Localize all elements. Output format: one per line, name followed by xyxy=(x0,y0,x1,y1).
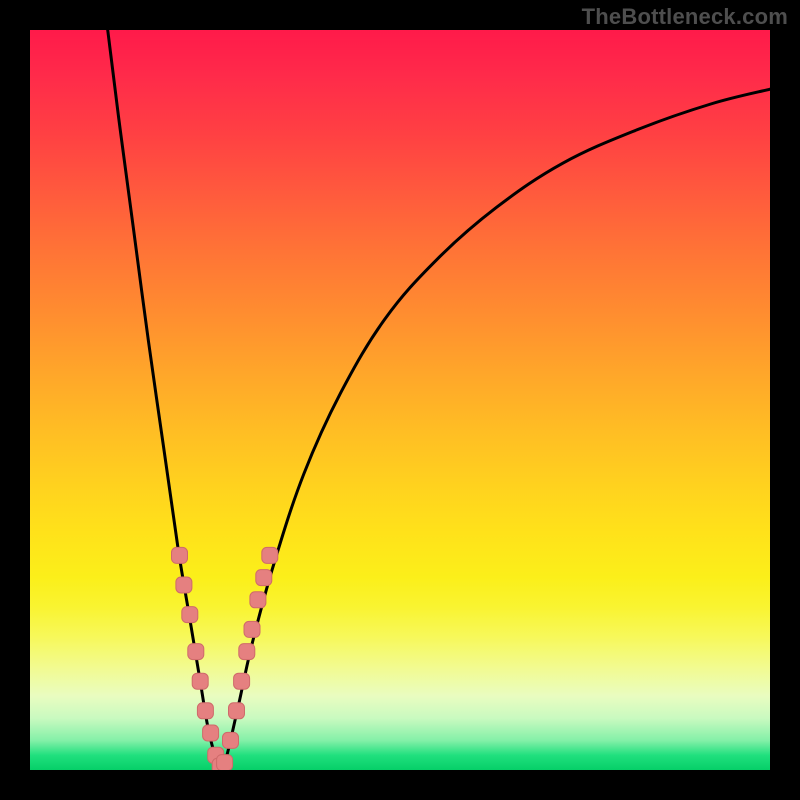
chart-frame: TheBottleneck.com xyxy=(0,0,800,800)
curve-marker xyxy=(182,607,198,623)
curve-marker xyxy=(217,755,233,770)
curve-layer xyxy=(30,30,770,770)
plot-area xyxy=(30,30,770,770)
watermark-text: TheBottleneck.com xyxy=(582,4,788,30)
curve-marker xyxy=(223,732,239,748)
curve-marker xyxy=(234,673,250,689)
marker-group xyxy=(172,547,278,770)
curve-marker xyxy=(203,725,219,741)
curve-marker xyxy=(229,703,245,719)
curve-marker xyxy=(239,644,255,660)
curve-marker xyxy=(188,644,204,660)
curve-marker xyxy=(192,673,208,689)
curve-marker xyxy=(176,577,192,593)
curve-marker xyxy=(244,621,260,637)
bottleneck-curve xyxy=(108,30,770,770)
curve-marker xyxy=(250,592,266,608)
curve-marker xyxy=(172,547,188,563)
curve-marker xyxy=(197,703,213,719)
curve-marker xyxy=(256,570,272,586)
curve-marker xyxy=(262,547,278,563)
